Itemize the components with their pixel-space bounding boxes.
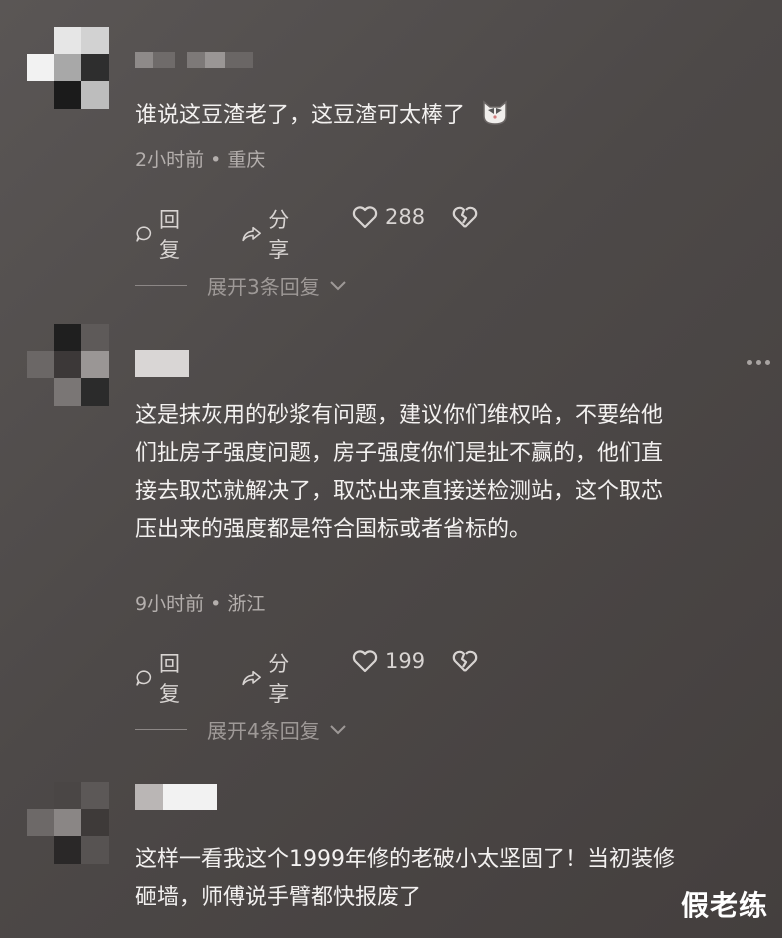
chevron-down-icon bbox=[330, 724, 346, 734]
like-count: 199 bbox=[385, 649, 426, 673]
comment-text: 这样一看我这个1999年修的老破小太坚固了！当初装修 砸墙，师傅说手臂都快报废了 bbox=[135, 847, 675, 910]
share-arrow-icon bbox=[242, 226, 261, 242]
like-count: 288 bbox=[385, 205, 426, 229]
chevron-down-icon bbox=[330, 280, 346, 290]
broken-heart-icon bbox=[452, 650, 478, 672]
avatar[interactable] bbox=[27, 27, 109, 109]
comment-meta: 9小时前 • 浙江 bbox=[135, 593, 266, 615]
broken-heart-icon bbox=[452, 206, 478, 228]
comment-bubble-icon bbox=[136, 670, 152, 686]
expand-replies-button[interactable]: 展开3条回复 bbox=[135, 271, 348, 300]
avatar[interactable] bbox=[27, 782, 109, 864]
comment-text: 这是抹灰用的砂浆有问题，建议你们维权哈，不要给他 们扯房子强度问题，房子强度你们… bbox=[135, 403, 664, 542]
comment-bubble-icon bbox=[136, 226, 152, 242]
divider bbox=[135, 285, 187, 286]
reply-button[interactable]: 回复 bbox=[135, 648, 188, 708]
reply-button[interactable]: 回复 bbox=[135, 204, 188, 264]
share-button[interactable]: 分享 bbox=[241, 204, 298, 264]
like-button[interactable]: 288 bbox=[351, 204, 425, 230]
comment-meta: 2小时前 • 重庆 bbox=[135, 149, 266, 171]
dislike-button[interactable] bbox=[451, 648, 479, 674]
avatar[interactable] bbox=[27, 324, 109, 406]
comment-text: 谁说这豆渣老了，这豆渣可太棒了 bbox=[135, 97, 765, 135]
watermark: 假老练 bbox=[680, 889, 768, 922]
like-button[interactable]: 199 bbox=[351, 648, 425, 674]
heart-icon bbox=[352, 650, 378, 673]
divider bbox=[135, 729, 187, 730]
heart-icon bbox=[352, 206, 378, 229]
more-dots-icon[interactable] bbox=[747, 360, 770, 365]
cat-face-emoji-icon bbox=[483, 100, 507, 125]
expand-replies-button[interactable]: 展开4条回复 bbox=[135, 715, 348, 744]
share-button[interactable]: 分享 bbox=[241, 648, 298, 708]
dislike-button[interactable] bbox=[451, 204, 479, 230]
share-arrow-icon bbox=[242, 670, 261, 686]
